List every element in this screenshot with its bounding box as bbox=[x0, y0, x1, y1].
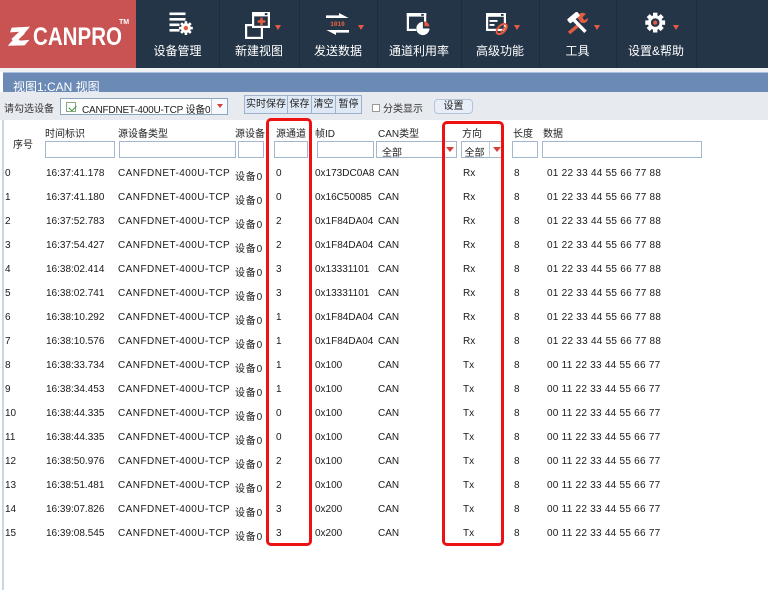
svg-text:1010: 1010 bbox=[330, 21, 345, 28]
svg-text:TM: TM bbox=[119, 19, 129, 26]
svg-text:CANPRO: CANPRO bbox=[33, 23, 122, 51]
